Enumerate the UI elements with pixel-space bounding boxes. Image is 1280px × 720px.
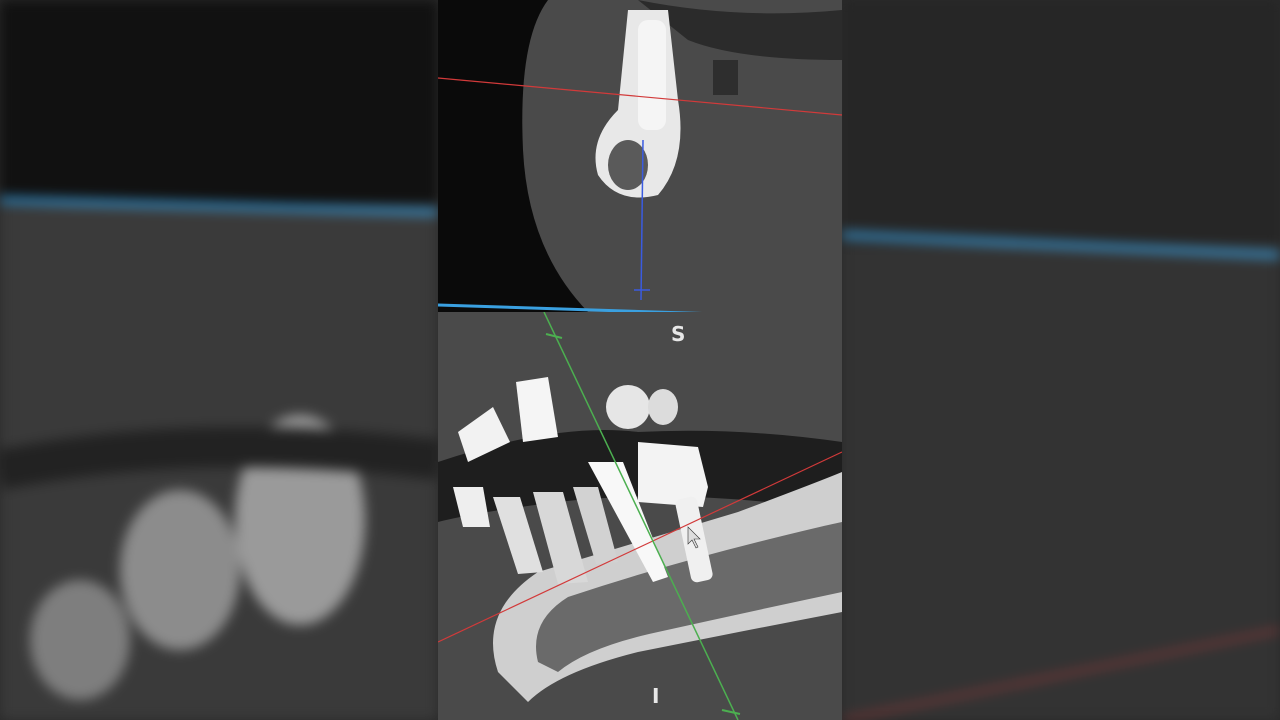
lower-slice-pane[interactable] — [438, 312, 842, 720]
orientation-label-inferior: I — [652, 684, 660, 708]
ct-viewer[interactable]: S I — [438, 0, 842, 720]
blurred-backdrop-right — [842, 0, 1280, 720]
blurred-backdrop-left — [0, 0, 438, 720]
orientation-label-superior: S — [671, 322, 686, 346]
upper-slice-pane[interactable] — [438, 0, 842, 312]
